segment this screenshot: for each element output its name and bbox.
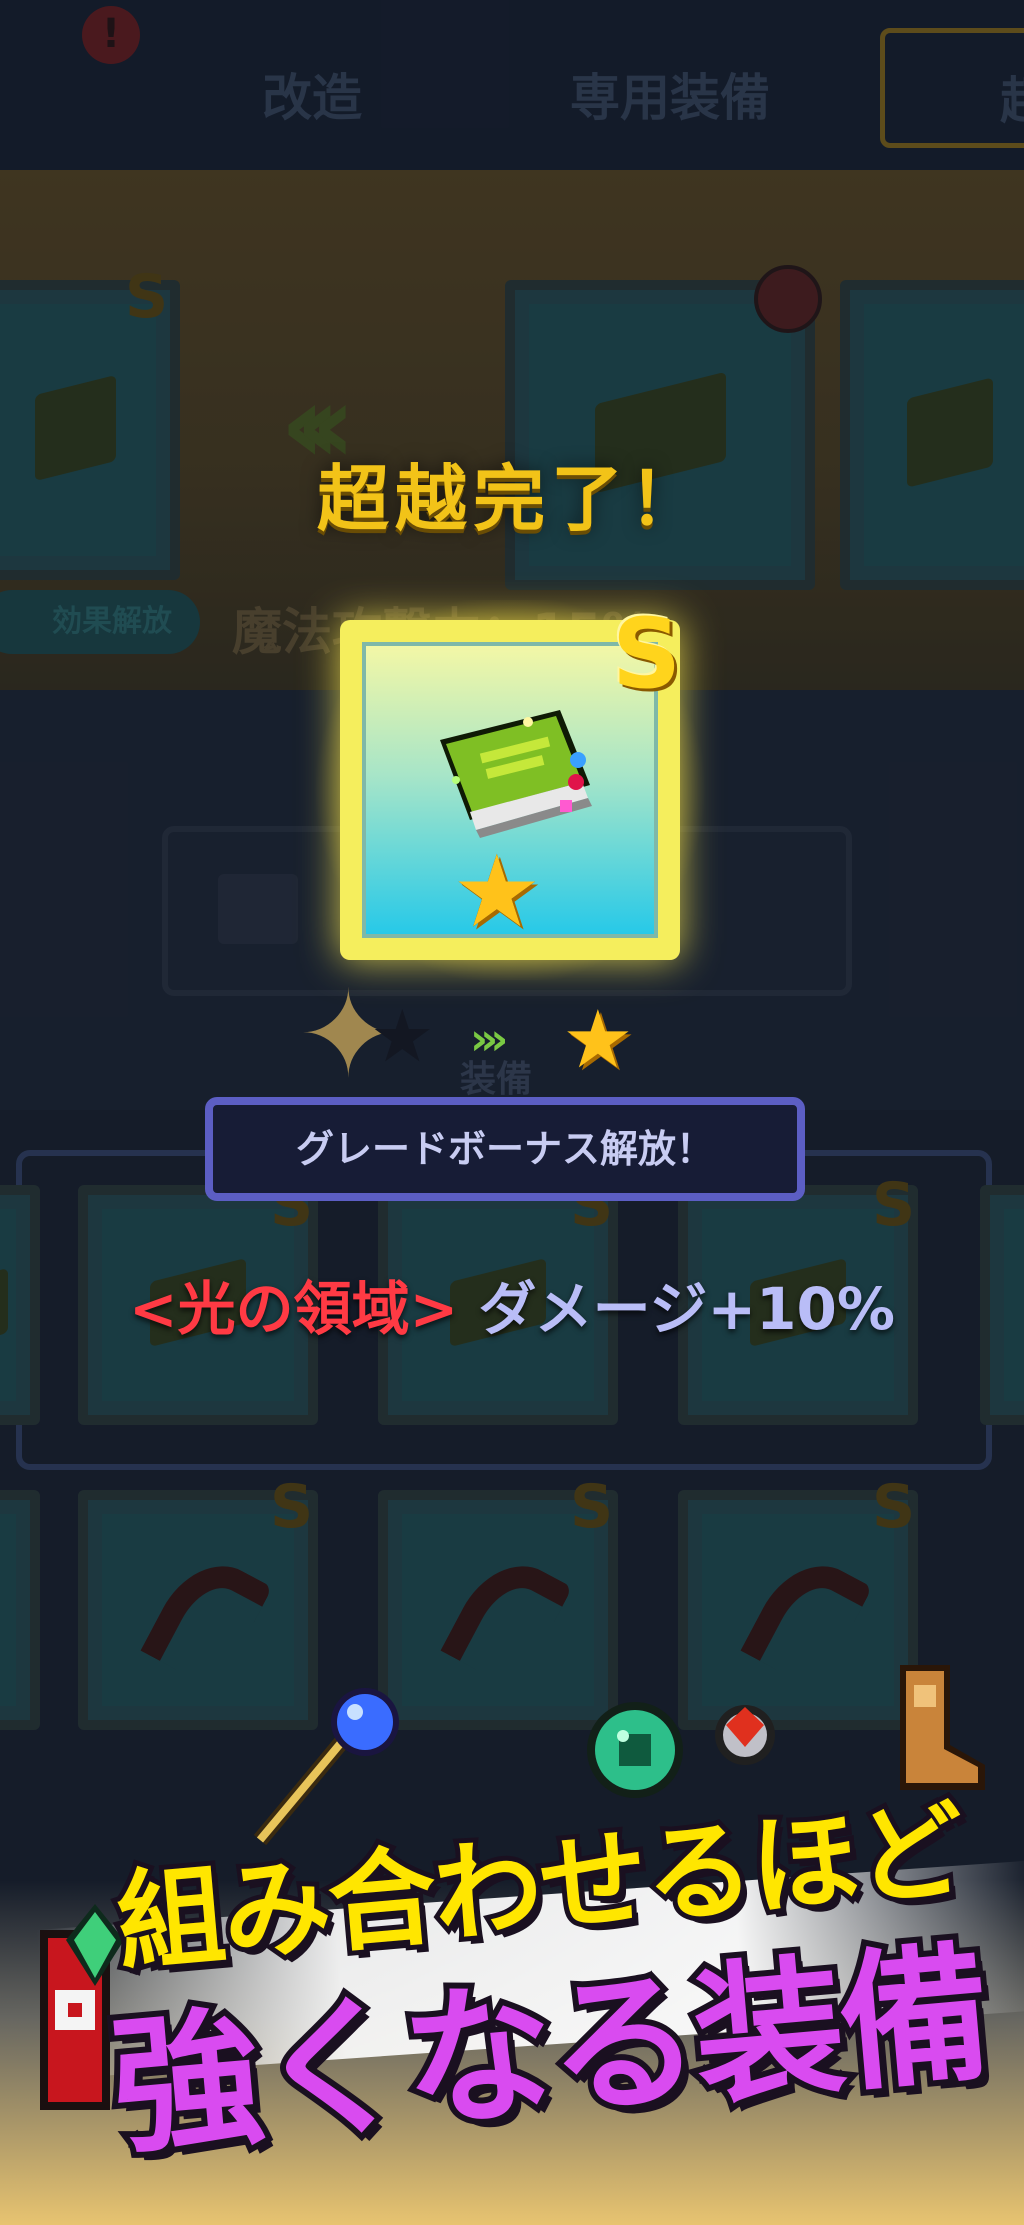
bonus-skill-name: <光の領域> [129,1275,459,1343]
star-upgrade-row: ★ ››› ★ [0,1000,1024,1090]
bonus-effect-line: <光の領域> ダメージ+10% [0,1262,1024,1346]
green-book-icon [440,710,592,838]
grade-bonus-unlock-label: グレードボーナス解放！ [205,1097,805,1201]
transcend-complete-title: 超越完了！ [316,457,707,541]
bonus-effect-value: ダメージ+10% [458,1275,895,1343]
filled-star-icon: ★ [562,993,634,1086]
upgrade-arrows-icon: ››› [470,1014,509,1065]
red-gem-ring-icon [715,1705,775,1765]
item-star-icon: ★ [452,833,542,950]
grade-s-badge: S [612,598,682,710]
empty-star-icon: ★ [370,994,435,1078]
